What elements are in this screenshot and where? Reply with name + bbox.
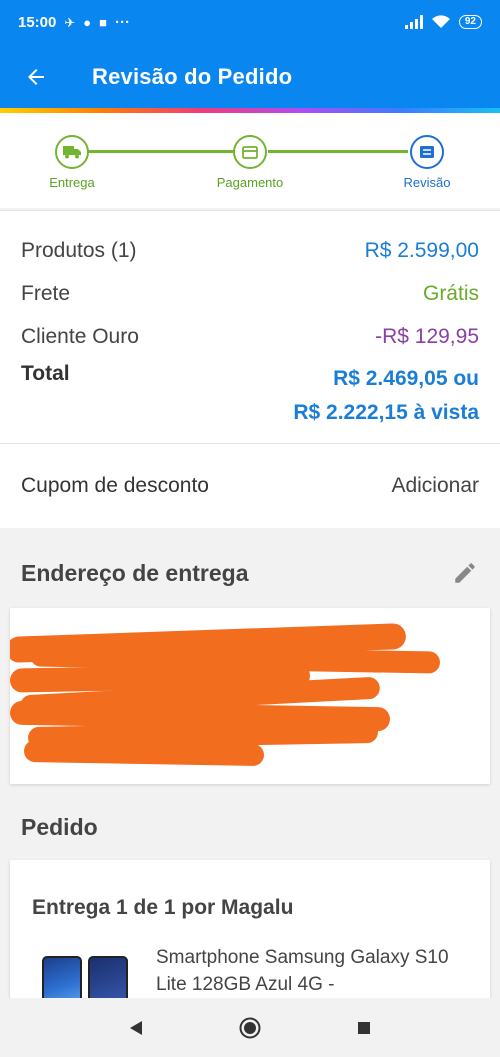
notification-icon: ✈	[64, 14, 76, 30]
shipping-label: Frete	[21, 281, 71, 305]
products-label: Produtos (1)	[21, 238, 137, 262]
wifi-icon	[431, 15, 450, 28]
system-nav-bar	[0, 998, 500, 1057]
step-circle	[410, 135, 444, 169]
redaction-mark	[23, 739, 265, 767]
card-icon	[242, 145, 258, 159]
total-label: Total	[21, 362, 70, 385]
app-icon: ●	[83, 14, 92, 30]
checkout-stepper: Entrega Pagamento Revisão	[0, 113, 500, 208]
step-entrega[interactable]: Entrega	[12, 135, 132, 190]
page-title: Revisão do Pedido	[92, 64, 293, 89]
products-value: R$ 2.599,00	[364, 238, 479, 262]
nav-back-icon	[130, 1020, 142, 1035]
nav-back-button[interactable]	[124, 1016, 148, 1040]
address-card[interactable]	[10, 608, 490, 784]
total-row: Total R$ 2.469,05 ou R$ 2.222,15 à vista	[21, 362, 479, 430]
shipping-value: Grátis	[422, 281, 479, 305]
phone-front	[42, 956, 82, 1000]
app-bar: Revisão do Pedido	[0, 44, 500, 110]
add-coupon-button[interactable]: Adicionar	[391, 474, 479, 498]
address-section-title: Endereço de entrega	[21, 560, 249, 586]
status-bar: 15:00 ✈ ● ■ ··· 92	[0, 0, 500, 44]
nav-home-button[interactable]	[238, 1016, 262, 1040]
step-label: Pagamento	[216, 175, 284, 190]
step-label: Entrega	[49, 175, 95, 190]
shipping-row: Frete Grátis	[21, 272, 479, 315]
product-name[interactable]: Smartphone Samsung Galaxy S10 Lite 128GB…	[156, 944, 476, 998]
back-button[interactable]	[0, 44, 72, 110]
nav-recents-button[interactable]	[352, 1016, 376, 1040]
step-pagamento[interactable]: Pagamento	[190, 135, 310, 190]
truck-icon	[63, 146, 81, 159]
review-icon	[420, 146, 434, 158]
products-row: Produtos (1) R$ 2.599,00	[21, 229, 479, 272]
signal-icon	[404, 15, 423, 29]
nav-home-icon	[239, 1017, 261, 1038]
status-time: 15:00	[18, 13, 57, 31]
step-revisao[interactable]: Revisão	[367, 135, 487, 190]
step-label: Revisão	[403, 175, 451, 190]
step-circle	[233, 135, 267, 169]
order-summary: Produtos (1) R$ 2.599,00 Frete Grátis Cl…	[0, 210, 500, 444]
coupon-row[interactable]: Cupom de desconto Adicionar	[0, 444, 500, 528]
gold-client-discount: -R$ 129,95	[375, 324, 479, 348]
total-cash: R$ 2.222,15 à vista	[293, 401, 479, 424]
gold-client-row: Cliente Ouro -R$ 129,95	[21, 315, 479, 358]
coupon-label: Cupom de desconto	[21, 474, 209, 497]
total-installment: R$ 2.469,05 ou	[333, 367, 479, 390]
status-more: ···	[115, 13, 130, 31]
gold-client-label: Cliente Ouro	[21, 324, 139, 348]
nav-recents-icon	[358, 1021, 370, 1034]
total-value: R$ 2.469,05 ou R$ 2.222,15 à vista	[293, 362, 479, 430]
step-circle	[55, 135, 89, 169]
order-card: Entrega 1 de 1 por Magalu Smartphone Sam…	[10, 860, 490, 1000]
phone-back	[88, 956, 128, 1000]
app-icon-2: ■	[99, 14, 107, 30]
back-arrow-icon	[28, 69, 44, 85]
delivery-title: Entrega 1 de 1 por Magalu	[32, 896, 294, 919]
edit-pencil-icon[interactable]	[452, 560, 478, 586]
product-image[interactable]	[42, 956, 132, 1000]
order-section-title: Pedido	[21, 814, 98, 840]
battery-icon: 92	[458, 15, 482, 29]
